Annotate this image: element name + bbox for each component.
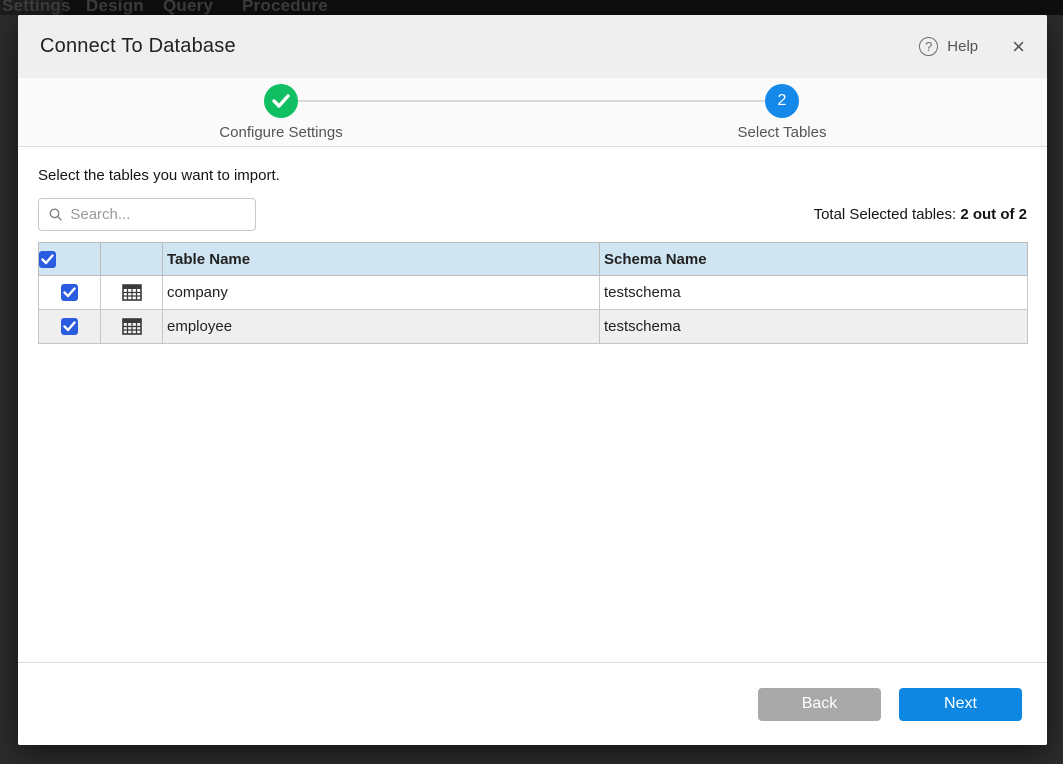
cell-schema-name: testschema xyxy=(600,276,1028,310)
summary-prefix: Total Selected tables: xyxy=(814,206,961,223)
table-grid-icon xyxy=(122,284,142,301)
help-button[interactable]: ? Help xyxy=(919,37,978,56)
table-toolbar: Total Selected tables: 2 out of 2 xyxy=(38,198,1027,231)
column-header-schema-name[interactable]: Schema Name xyxy=(600,243,1028,276)
step-number-badge: 2 xyxy=(765,84,799,118)
row-checkbox[interactable] xyxy=(61,284,78,301)
tables-list: Table Name Schema Name xyxy=(38,242,1028,344)
column-header-table-name[interactable]: Table Name xyxy=(163,243,600,276)
dialog-body: Select the tables you want to import. To… xyxy=(18,167,1047,344)
step-done-check-icon xyxy=(264,84,298,118)
dialog-title: Connect To Database xyxy=(40,35,236,58)
cell-table-name: company xyxy=(163,276,600,310)
selected-tables-summary: Total Selected tables: 2 out of 2 xyxy=(814,206,1027,223)
connect-to-database-dialog: Connect To Database ? Help × Configure S… xyxy=(18,15,1047,745)
menu-item-design[interactable]: Design xyxy=(86,0,144,15)
table-row[interactable]: company testschema xyxy=(39,276,1028,310)
search-icon xyxy=(49,207,62,222)
cell-schema-name: testschema xyxy=(600,310,1028,344)
select-all-checkbox[interactable] xyxy=(39,251,56,268)
background-menubar: Settings Design Query Procedure xyxy=(0,0,1063,15)
search-box[interactable] xyxy=(38,198,256,231)
stepper-connector-line xyxy=(281,100,782,102)
close-icon[interactable]: × xyxy=(1012,36,1025,58)
menu-item-procedure[interactable]: Procedure xyxy=(242,0,328,15)
table-header-row: Table Name Schema Name xyxy=(39,243,1028,276)
summary-count: 2 out of 2 xyxy=(960,206,1027,223)
back-button[interactable]: Back xyxy=(758,688,881,721)
menu-item-query[interactable]: Query xyxy=(163,0,213,15)
next-button[interactable]: Next xyxy=(899,688,1022,721)
intro-text: Select the tables you want to import. xyxy=(38,167,1027,184)
dialog-footer: Back Next xyxy=(18,662,1047,745)
menu-item-settings[interactable]: Settings xyxy=(2,0,71,15)
cell-table-name: employee xyxy=(163,310,600,344)
wizard-stepper: Configure Settings 2 Select Tables xyxy=(18,78,1047,147)
table-row[interactable]: employee testschema xyxy=(39,310,1028,344)
search-input[interactable] xyxy=(70,206,245,223)
step-label-select-tables: Select Tables xyxy=(738,124,827,141)
help-label: Help xyxy=(947,38,978,55)
help-icon: ? xyxy=(919,37,938,56)
dialog-header: Connect To Database ? Help × xyxy=(18,15,1047,78)
step-label-configure-settings: Configure Settings xyxy=(219,124,342,141)
table-grid-icon xyxy=(122,318,142,335)
row-checkbox[interactable] xyxy=(61,318,78,335)
